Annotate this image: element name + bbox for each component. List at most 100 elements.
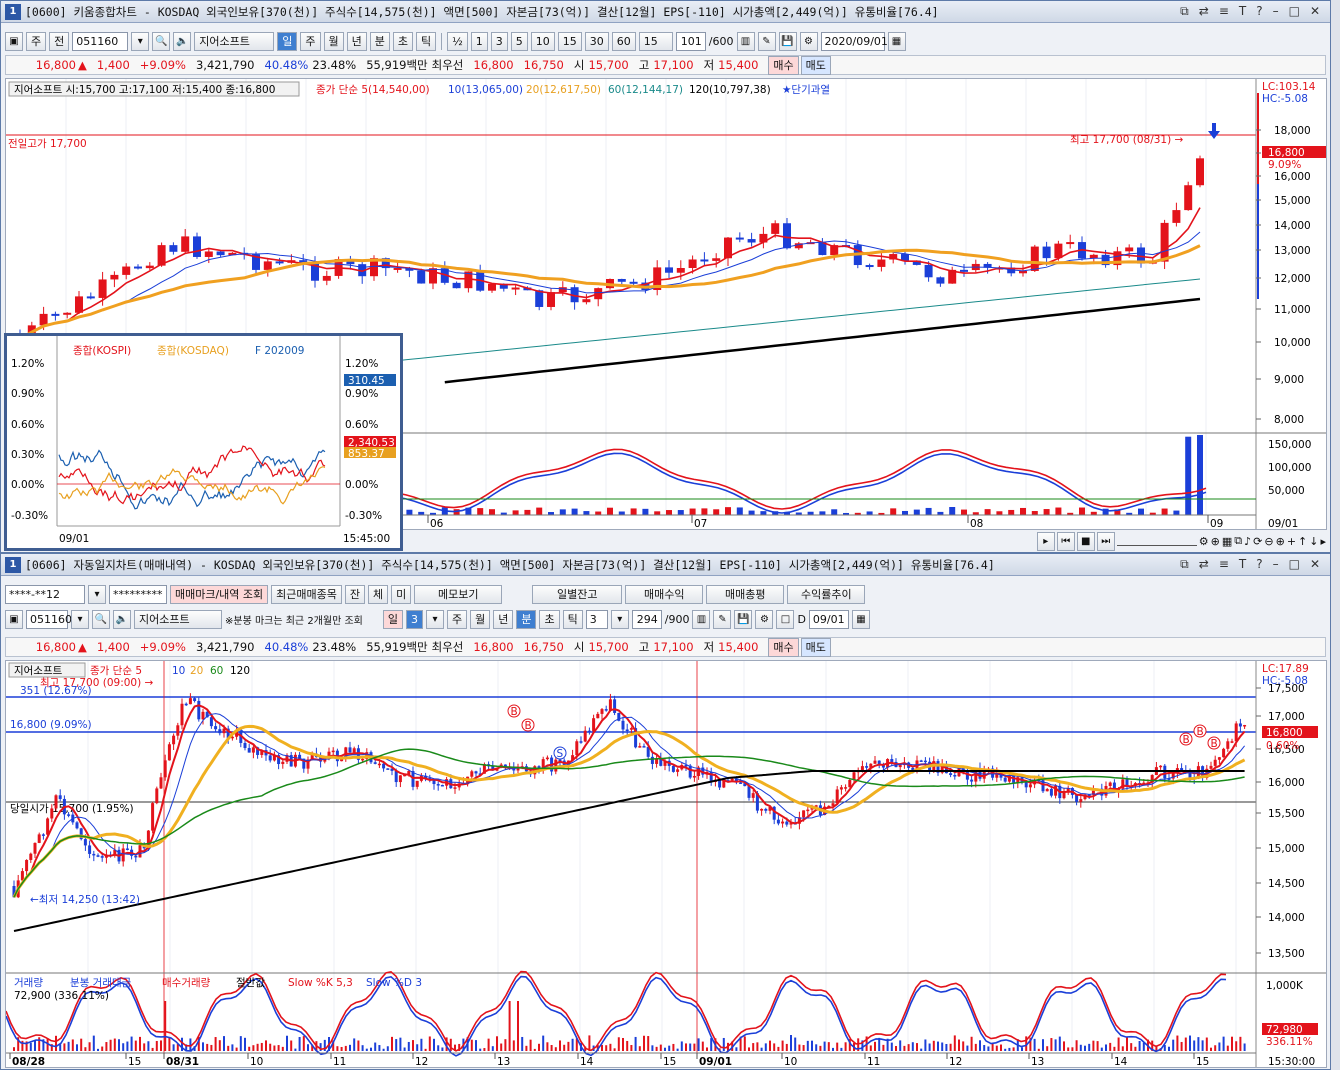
arrow-down-icon[interactable]: ↓ bbox=[1309, 535, 1318, 548]
account-dropdown-icon[interactable]: ▾ bbox=[88, 585, 106, 604]
period-dropdown-icon[interactable]: ▾ bbox=[425, 610, 444, 629]
period-3[interactable]: 3 bbox=[405, 610, 423, 629]
interval-5[interactable]: 5 bbox=[510, 32, 528, 51]
link-icon[interactable]: ⇄ bbox=[1199, 557, 1209, 572]
trade-profit-button[interactable]: 매매수익 bbox=[625, 585, 704, 604]
bottom-chart-area[interactable]: 지어소프트 종가 단순 5 10 20 60 120 최고 17,700 (09… bbox=[5, 660, 1327, 1068]
recent-trades-button[interactable]: 최근매매종목 bbox=[271, 585, 342, 604]
speaker-icon[interactable]: 🔈 bbox=[173, 32, 192, 51]
calendar-icon[interactable]: ▦ bbox=[851, 610, 870, 629]
top-titlebar[interactable]: 1 [0600] 키움종합차트 - KOSDAQ 외국인보유[370(천)] 주… bbox=[1, 1, 1330, 23]
interval-custom[interactable]: 15 bbox=[638, 32, 673, 51]
arrow-up-icon[interactable]: ↑ bbox=[1298, 535, 1307, 548]
interval-30[interactable]: 30 bbox=[584, 32, 609, 51]
plus-icon[interactable]: + bbox=[1287, 535, 1296, 548]
daily-balance-button[interactable]: 일별잔고 bbox=[532, 585, 623, 604]
memo-button[interactable]: 메모보기 bbox=[414, 585, 503, 604]
save-icon[interactable]: 💾 bbox=[734, 610, 753, 629]
search-icon[interactable]: 🔍 bbox=[152, 32, 171, 51]
gear-icon[interactable]: ⚙ bbox=[799, 32, 818, 51]
restore-icon[interactable]: ⧉ bbox=[1180, 557, 1189, 572]
calendar-icon[interactable]: ▦ bbox=[887, 32, 906, 51]
account-input[interactable]: ****-**12 bbox=[5, 585, 85, 604]
dropdown-icon[interactable]: ▾ bbox=[131, 32, 150, 51]
count-input[interactable]: 294 bbox=[631, 610, 662, 629]
interval-input[interactable]: 3 bbox=[585, 610, 608, 629]
close-icon[interactable]: ✕ bbox=[1310, 4, 1320, 19]
bottom-titlebar[interactable]: 1 [0606] 자동일지차트(매매내역) - KOSDAQ 외국인보유[370… bbox=[1, 554, 1330, 576]
save-icon[interactable]: 💾 bbox=[778, 32, 797, 51]
draw-tool-icon[interactable]: ✎ bbox=[713, 610, 732, 629]
period-year[interactable]: 년 bbox=[346, 32, 367, 51]
interval-dropdown-icon[interactable]: ▾ bbox=[610, 610, 629, 629]
unit-select[interactable]: 주 bbox=[26, 32, 47, 51]
sync-icon[interactable]: ⟳ bbox=[1253, 535, 1262, 548]
period-second[interactable]: 초 bbox=[392, 32, 413, 51]
stock-code-input[interactable]: 051160 bbox=[72, 32, 129, 51]
search-icon[interactable]: 🔍 bbox=[92, 610, 110, 629]
link-icon[interactable]: ⇄ bbox=[1199, 4, 1209, 19]
index-chart[interactable]: 종합(KOSPI) 종합(KOSDAQ) F 202009 1.20% 0.90%… bbox=[7, 336, 400, 548]
buy-button[interactable]: 매수 bbox=[768, 637, 799, 657]
unfilled-button[interactable]: 미 bbox=[391, 585, 412, 604]
close-icon[interactable]: ✕ bbox=[1310, 557, 1320, 572]
zoom-slider[interactable] bbox=[1116, 537, 1197, 546]
period-month[interactable]: 월 bbox=[323, 32, 344, 51]
candle-settings-icon[interactable]: ▥ bbox=[736, 32, 755, 51]
date-input[interactable]: 09/01 bbox=[808, 610, 849, 629]
stock-code-input[interactable]: 051160 bbox=[26, 610, 72, 629]
last-icon[interactable]: ⏭ bbox=[1096, 531, 1115, 551]
sell-button[interactable]: 매도 bbox=[800, 55, 831, 75]
first-icon[interactable]: ⏮ bbox=[1056, 531, 1075, 551]
maximize-icon[interactable]: □ bbox=[1289, 557, 1300, 572]
interval-60[interactable]: 60 bbox=[611, 32, 636, 51]
count-input[interactable]: 101 bbox=[675, 32, 706, 51]
text-icon[interactable]: T bbox=[1239, 4, 1246, 19]
candle-settings-icon[interactable]: ▥ bbox=[692, 610, 711, 629]
period-minute[interactable]: 분 bbox=[516, 610, 537, 629]
period-tick[interactable]: 틱 bbox=[416, 32, 437, 51]
maximize-icon[interactable]: □ bbox=[1289, 4, 1300, 19]
prev-select[interactable]: 전 bbox=[49, 32, 70, 51]
bell-icon[interactable]: ♪ bbox=[1244, 535, 1251, 548]
period-month[interactable]: 월 bbox=[470, 610, 491, 629]
sell-button[interactable]: 매도 bbox=[800, 637, 831, 657]
help-icon[interactable]: ? bbox=[1256, 4, 1262, 19]
link-chart-icon[interactable]: ⧉ bbox=[1234, 534, 1242, 548]
interval-half[interactable]: ½ bbox=[447, 32, 468, 51]
index-mini-chart[interactable]: 종합(KOSPI) 종합(KOSDAQ) F 202009 1.20% 0.90%… bbox=[4, 333, 403, 551]
interval-1[interactable]: 1 bbox=[470, 32, 488, 51]
buy-button[interactable]: 매수 bbox=[768, 55, 799, 75]
date-checkbox[interactable]: □ bbox=[776, 610, 795, 629]
balance-button[interactable]: 잔 bbox=[344, 585, 366, 604]
stock-name-field[interactable]: 지어소프트 bbox=[134, 610, 222, 629]
dropdown-icon[interactable]: ▾ bbox=[71, 610, 89, 629]
interval-15[interactable]: 15 bbox=[557, 32, 582, 51]
window-list-icon[interactable]: ▣ bbox=[5, 32, 23, 51]
menu-icon[interactable]: ≡ bbox=[1219, 557, 1229, 572]
trade-mark-button[interactable]: 매매마크/내역 조회 bbox=[170, 585, 269, 604]
bottom-price-chart[interactable]: 지어소프트 종가 단순 5 10 20 60 120 최고 17,700 (09… bbox=[6, 661, 1327, 1068]
zoom-in-icon[interactable]: ⊖ bbox=[1264, 535, 1273, 548]
period-second[interactable]: 초 bbox=[539, 610, 560, 629]
trade-review-button[interactable]: 매매총평 bbox=[706, 585, 785, 604]
period-week[interactable]: 주 bbox=[446, 610, 468, 629]
stop-icon[interactable]: ■ bbox=[1076, 531, 1095, 551]
target-icon[interactable]: ⊕ bbox=[1211, 535, 1220, 548]
filled-button[interactable]: 체 bbox=[368, 585, 389, 604]
menu-icon[interactable]: ≡ bbox=[1219, 4, 1229, 19]
period-week[interactable]: 주 bbox=[300, 32, 321, 51]
zoom-out-icon[interactable]: ⊕ bbox=[1276, 535, 1285, 548]
scroll-left-icon[interactable]: ▸ bbox=[1036, 531, 1055, 551]
period-day[interactable]: 일 bbox=[382, 610, 403, 629]
interval-10[interactable]: 10 bbox=[530, 32, 555, 51]
restore-icon[interactable]: ⧉ bbox=[1180, 4, 1189, 19]
return-trend-button[interactable]: 수익률추이 bbox=[787, 585, 866, 604]
period-minute[interactable]: 분 bbox=[369, 32, 390, 51]
window-list-icon[interactable]: ▣ bbox=[5, 610, 23, 629]
grid-icon[interactable]: ▦ bbox=[1222, 535, 1232, 548]
period-tick[interactable]: 틱 bbox=[562, 610, 583, 629]
gear-icon[interactable]: ⚙ bbox=[755, 610, 774, 629]
draw-tool-icon[interactable]: ✎ bbox=[757, 32, 776, 51]
text-icon[interactable]: T bbox=[1239, 557, 1246, 572]
